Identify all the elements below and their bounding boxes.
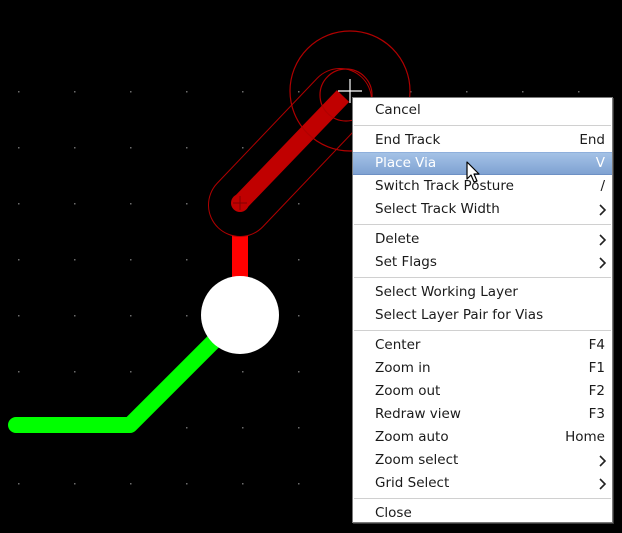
menu-separator <box>353 495 612 502</box>
grid-dot <box>18 203 20 205</box>
menu-item-label: Select Layer Pair for Vias <box>375 307 544 323</box>
pad <box>201 276 279 354</box>
menu-separator <box>353 122 612 129</box>
menu-item-switch-track-posture[interactable]: Switch Track Posture / <box>353 175 612 198</box>
menu-item-end-track[interactable]: End Track End <box>353 129 612 152</box>
grid-dot <box>242 483 244 485</box>
grid-dot <box>242 371 244 373</box>
menu-item-label: Close <box>375 505 412 521</box>
menu-item-label: Zoom auto <box>375 429 449 445</box>
grid-dot <box>74 371 76 373</box>
menu-item-cancel[interactable]: Cancel <box>353 99 612 122</box>
grid-dot <box>130 91 132 93</box>
menu-item-label: Place Via <box>375 155 437 171</box>
menu-separator <box>353 221 612 228</box>
menu-item-label: Switch Track Posture <box>375 178 514 194</box>
grid-dot <box>298 371 300 373</box>
menu-item-label: Redraw view <box>375 406 461 422</box>
menu-item-shortcut: F3 <box>588 406 605 422</box>
menu-item-label: Delete <box>375 231 420 247</box>
grid-dot <box>298 483 300 485</box>
menu-separator <box>353 327 612 334</box>
grid-dot <box>186 203 188 205</box>
menu-item-shortcut: Home <box>565 429 605 445</box>
grid-dot <box>466 91 468 93</box>
menu-item-grid-select[interactable]: Grid Select <box>353 472 612 495</box>
grid-dot <box>74 147 76 149</box>
menu-item-select-layer-pair-for-vias[interactable]: Select Layer Pair for Vias <box>353 304 612 327</box>
grid-dot <box>18 483 20 485</box>
grid-dot <box>130 147 132 149</box>
grid-dot <box>18 371 20 373</box>
grid-dot <box>186 427 188 429</box>
menu-item-shortcut: V <box>595 155 605 171</box>
grid-dot <box>74 91 76 93</box>
menu-item-label: Zoom out <box>375 383 441 399</box>
grid-dot <box>298 427 300 429</box>
menu-separator <box>353 274 612 281</box>
menu-item-select-working-layer[interactable]: Select Working Layer <box>353 281 612 304</box>
grid-dot <box>298 91 300 93</box>
grid-dot <box>298 203 300 205</box>
menu-item-label: Cancel <box>375 102 421 118</box>
menu-item-delete[interactable]: Delete <box>353 228 612 251</box>
menu-item-label: Zoom in <box>375 360 431 376</box>
grid-dot <box>18 91 20 93</box>
menu-item-close[interactable]: Close <box>353 502 612 525</box>
grid-dot <box>522 91 524 93</box>
context-menu: Cancel End Track End Place Via V Switch Track… <box>352 97 613 523</box>
menu-item-set-flags[interactable]: Set Flags <box>353 251 612 274</box>
submenu-chevron-right-icon <box>599 204 607 216</box>
menu-item-label: Select Track Width <box>375 201 500 217</box>
grid-dot <box>130 483 132 485</box>
menu-item-label: Set Flags <box>375 254 437 270</box>
menu-item-zoom-select[interactable]: Zoom select <box>353 449 612 472</box>
grid-dot <box>242 147 244 149</box>
submenu-chevron-right-icon <box>599 234 607 246</box>
mouse-pointer-icon <box>466 161 480 183</box>
submenu-chevron-right-icon <box>599 478 607 490</box>
submenu-chevron-right-icon <box>599 455 607 467</box>
grid-dot <box>18 147 20 149</box>
grid-dot <box>130 315 132 317</box>
grid-dot <box>578 91 580 93</box>
menu-item-shortcut: F4 <box>588 337 605 353</box>
menu-item-zoom-auto[interactable]: Zoom auto Home <box>353 426 612 449</box>
grid-dot <box>130 203 132 205</box>
menu-item-center[interactable]: Center F4 <box>353 334 612 357</box>
menu-item-shortcut: End <box>579 132 605 148</box>
grid-dot <box>74 259 76 261</box>
submenu-chevron-right-icon <box>599 257 607 269</box>
grid-dot <box>74 483 76 485</box>
grid-dot <box>186 315 188 317</box>
menu-item-label: Zoom select <box>375 452 459 468</box>
menu-item-zoom-out[interactable]: Zoom out F2 <box>353 380 612 403</box>
grid-dot <box>130 371 132 373</box>
menu-item-zoom-in[interactable]: Zoom in F1 <box>353 357 612 380</box>
menu-item-shortcut: F1 <box>588 360 605 376</box>
grid-dot <box>242 427 244 429</box>
menu-item-label: End Track <box>375 132 441 148</box>
grid-dot <box>186 91 188 93</box>
menu-item-label: Select Working Layer <box>375 284 518 300</box>
menu-item-shortcut: F2 <box>588 383 605 399</box>
grid-dot <box>130 259 132 261</box>
grid-dot <box>186 147 188 149</box>
menu-item-shortcut: / <box>600 178 605 194</box>
menu-item-label: Center <box>375 337 421 353</box>
menu-item-place-via[interactable]: Place Via V <box>353 152 612 175</box>
grid-dot <box>74 315 76 317</box>
grid-dot <box>18 259 20 261</box>
grid-dot <box>298 315 300 317</box>
menu-item-redraw-view[interactable]: Redraw view F3 <box>353 403 612 426</box>
menu-item-label: Grid Select <box>375 475 450 491</box>
grid-dot <box>18 315 20 317</box>
grid-dot <box>298 259 300 261</box>
grid-dot <box>186 259 188 261</box>
grid-dot <box>242 91 244 93</box>
grid-dot <box>186 483 188 485</box>
grid-dot <box>74 203 76 205</box>
menu-item-select-track-width[interactable]: Select Track Width <box>353 198 612 221</box>
